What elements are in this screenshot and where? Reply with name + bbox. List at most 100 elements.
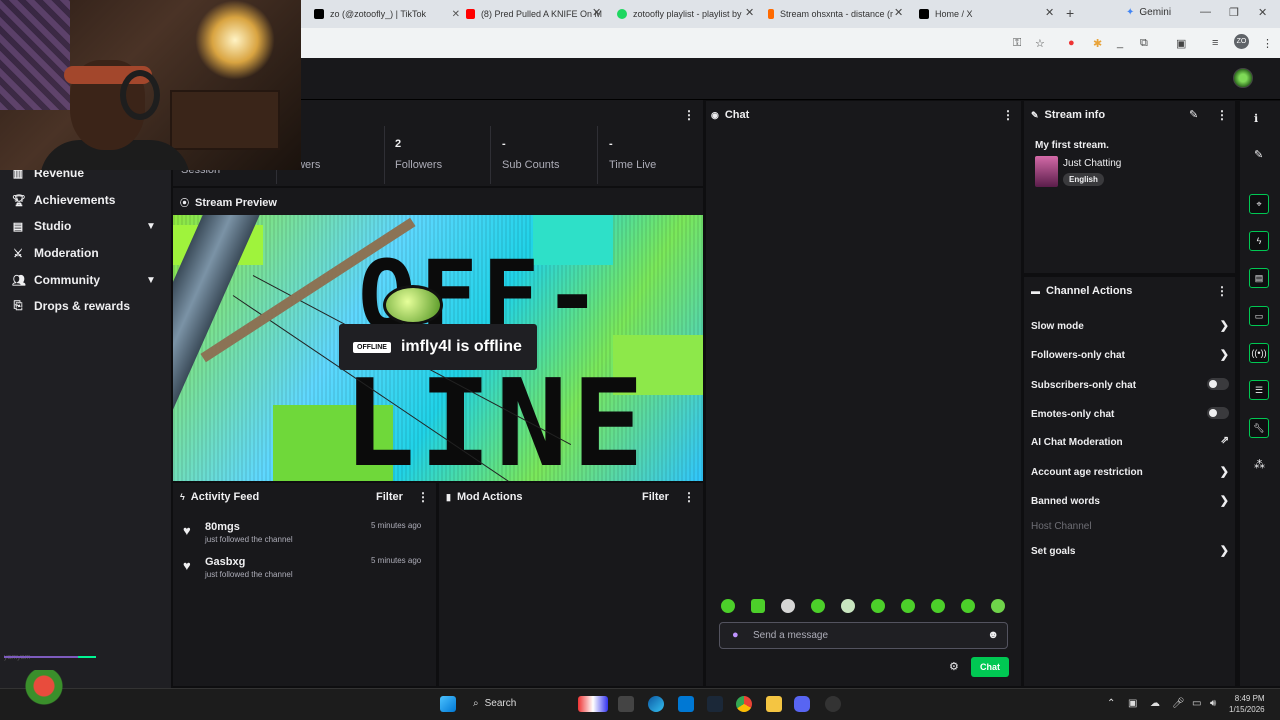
menu-dots-icon[interactable]: ⋮ <box>1262 37 1273 50</box>
action-banned-words[interactable]: Banned words ❯ <box>1031 495 1229 507</box>
chevron-right-icon: ❯ <box>1219 466 1229 478</box>
more-options-icon[interactable]: ⋮ <box>1216 108 1228 122</box>
browser-tab-stream[interactable]: Stream ohsxnta - distance (r <box>768 4 893 24</box>
activity-username[interactable]: 80mgs <box>205 521 240 533</box>
more-options-icon[interactable]: ⋮ <box>417 490 429 504</box>
bookmark-star-icon[interactable]: ☆ <box>1035 37 1045 50</box>
browser-tab-x[interactable]: Home / X <box>919 4 1039 24</box>
action-account-age[interactable]: Account age restriction ❯ <box>1031 466 1229 478</box>
category-boxart[interactable] <box>1035 156 1058 187</box>
gemini-button[interactable]: ✦ Gemini <box>1126 7 1171 18</box>
chrome-icon[interactable] <box>736 696 752 712</box>
emote-icon[interactable] <box>841 599 855 613</box>
tray-cloud-icon[interactable]: ☁ <box>1150 698 1160 709</box>
emotes-only-toggle[interactable] <box>1207 407 1229 419</box>
emote-icon[interactable] <box>811 599 825 613</box>
stream-tag[interactable]: English <box>1063 173 1104 186</box>
chat-send-button[interactable]: Chat <box>971 657 1009 677</box>
restore-icon[interactable]: ❐ <box>1229 6 1239 19</box>
extension-adblock-icon[interactable]: ● <box>1068 37 1075 49</box>
emote-icon[interactable] <box>961 599 975 613</box>
chat-bubble-icon[interactable]: ▭ <box>1249 306 1269 326</box>
activity-filter-button[interactable]: Filter <box>376 491 403 503</box>
widgets-icon[interactable] <box>578 696 608 712</box>
document-icon[interactable]: ▤ <box>1249 268 1269 288</box>
store-icon[interactable] <box>678 696 694 712</box>
action-ai-chat-moderation[interactable]: AI Chat Moderation ⇗ <box>1031 435 1229 448</box>
nav-item-achievements[interactable]: 🏆︎ Achievements <box>12 193 115 207</box>
wrench-icon[interactable]: 🔧︎ <box>1249 418 1269 438</box>
browser-tab-spotify[interactable]: zotoofly playlist - playlist by <box>617 4 757 24</box>
emote-icon[interactable] <box>901 599 915 613</box>
close-icon[interactable]: ✕ <box>1045 6 1054 19</box>
action-followers-only[interactable]: Followers-only chat ❯ <box>1031 349 1229 361</box>
chevron-down-icon[interactable]: ▼ <box>146 221 156 232</box>
user-avatar[interactable] <box>1233 68 1253 88</box>
file-explorer-icon[interactable] <box>766 696 782 712</box>
emote-icon[interactable] <box>871 599 885 613</box>
display-icon[interactable]: ▭ <box>1192 698 1201 709</box>
tray-chevron-icon[interactable]: ⌃ <box>1107 698 1115 709</box>
close-icon[interactable]: ✕ <box>592 6 601 19</box>
window-close-icon[interactable]: ✕ <box>1258 6 1267 19</box>
tray-app-icon[interactable]: ▣ <box>1128 698 1137 709</box>
password-key-icon[interactable]: ⚿ <box>1013 37 1021 50</box>
action-set-goals[interactable]: Set goals ❯ <box>1031 545 1229 557</box>
edge-icon[interactable] <box>648 696 664 712</box>
volume-icon[interactable]: 🔊︎ <box>1210 698 1216 709</box>
nav-item-drops[interactable]: ⎘ Drops & rewards <box>12 299 130 313</box>
emoji-icon[interactable]: ☻ <box>987 629 999 641</box>
mod-filter-button[interactable]: Filter <box>642 491 669 503</box>
emote-icon[interactable] <box>781 599 795 613</box>
extension-minus-icon[interactable]: _ <box>1117 37 1123 49</box>
emote-icon[interactable] <box>751 599 765 613</box>
task-view-icon[interactable] <box>618 696 634 712</box>
chat-input[interactable]: ● Send a message ☻ <box>719 622 1008 649</box>
sidebar-icon[interactable]: ▣ <box>1176 37 1186 50</box>
windows-start-icon[interactable] <box>440 696 456 712</box>
microphone-icon[interactable]: ● <box>732 629 739 641</box>
microphone-icon[interactable]: 🎤︎ <box>1172 698 1185 709</box>
browser-tab-youtube[interactable]: (8) Pred Pulled A KNIFE On M <box>466 4 602 24</box>
minimize-icon[interactable]: — <box>1200 6 1211 18</box>
broadcast-icon[interactable]: ((•)) <box>1249 343 1269 363</box>
steam-icon[interactable] <box>707 696 723 712</box>
close-icon[interactable]: ✕ <box>745 6 754 19</box>
emote-icon[interactable] <box>991 599 1005 613</box>
lightning-icon[interactable]: ϟ <box>1249 231 1269 251</box>
clip-icon[interactable]: ⌖ <box>1249 194 1269 214</box>
activity-username[interactable]: Gasbxg <box>205 556 245 568</box>
emote-icon[interactable] <box>721 599 735 613</box>
more-options-icon[interactable]: ⋮ <box>683 490 695 504</box>
taskbar-clock[interactable]: 8:49 PM 1/15/2026 <box>1229 693 1265 715</box>
chevron-down-icon[interactable]: ▼ <box>146 275 156 286</box>
close-icon[interactable]: ✕ <box>452 9 460 20</box>
action-slow-mode[interactable]: Slow mode ❯ <box>1031 320 1229 332</box>
more-options-icon[interactable]: ⋮ <box>1002 108 1014 122</box>
more-options-icon[interactable]: ⋮ <box>683 108 695 122</box>
edit-icon[interactable]: ✎ <box>1189 108 1198 121</box>
info-icon[interactable]: ℹ <box>1254 112 1258 125</box>
nav-item-studio[interactable]: ▤ Studio <box>12 219 72 233</box>
new-tab-button[interactable]: + <box>1066 5 1074 21</box>
obs-icon[interactable] <box>825 696 841 712</box>
more-actions-icon[interactable]: ⁂ <box>1254 458 1265 471</box>
subscribers-only-toggle[interactable] <box>1207 378 1229 390</box>
reading-list-icon[interactable]: ≡ <box>1212 37 1218 49</box>
extension-icon[interactable]: ✱ <box>1093 37 1102 50</box>
browser-profile-avatar[interactable]: ZO <box>1234 34 1249 49</box>
close-icon[interactable]: ✕ <box>894 6 903 19</box>
stream-category[interactable]: Just Chatting <box>1063 158 1121 169</box>
extensions-puzzle-icon[interactable]: ⧉ <box>1140 37 1148 50</box>
layout-icon[interactable]: ☰ <box>1249 380 1269 400</box>
discord-icon[interactable] <box>794 696 810 712</box>
browser-tab-tiktok[interactable]: zo (@zotoofly_) | TikTok ✕ <box>314 4 460 24</box>
taskbar-search[interactable]: ⌕ Search <box>473 698 516 709</box>
pencil-icon[interactable]: ✎ <box>1254 148 1263 161</box>
more-options-icon[interactable]: ⋮ <box>1216 284 1228 298</box>
nav-item-community[interactable]: 👥︎ Community <box>12 273 100 287</box>
emote-icon[interactable] <box>931 599 945 613</box>
tools-icon: ▬ <box>1031 286 1040 296</box>
gear-icon[interactable]: ⚙ <box>949 660 959 673</box>
nav-item-moderation[interactable]: ⚔ Moderation <box>12 246 99 260</box>
